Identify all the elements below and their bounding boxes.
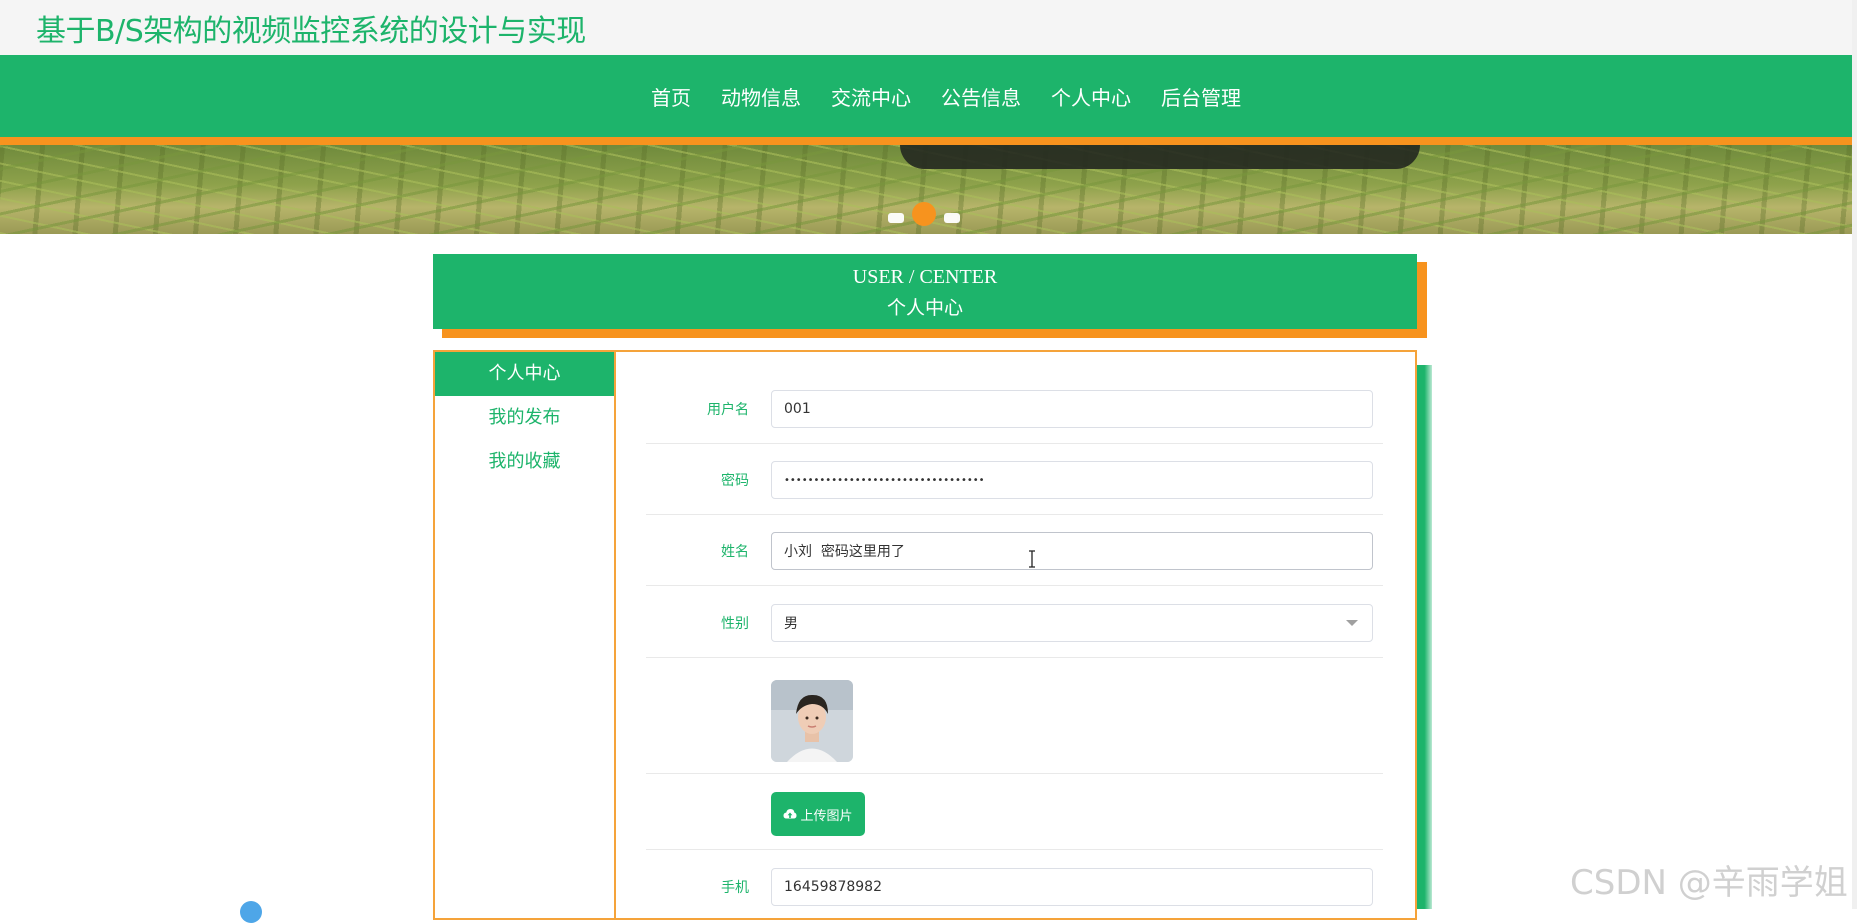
sidebar-item-user-center[interactable]: 个人中心 [435,352,614,396]
cloud-upload-icon [783,809,797,819]
gender-select-value: 男 [784,616,798,632]
username-label: 用户名 [707,402,749,418]
nav-item-home[interactable]: 首页 [651,82,691,111]
chevron-down-icon [1346,620,1358,626]
password-input[interactable] [771,461,1373,499]
carousel-dot-2-active[interactable] [912,202,936,226]
site-title: 基于B/S架构的视频监控系统的设计与实现 [36,14,586,49]
upload-button-label: 上传图片 [800,808,853,824]
name-input[interactable] [771,532,1373,570]
gender-select[interactable]: 男 [771,604,1373,642]
upload-image-button[interactable]: 上传图片 [771,792,865,836]
carousel-dot-3[interactable] [944,213,960,223]
name-label: 姓名 [721,544,749,560]
phone-label: 手机 [721,880,749,896]
avatar-image [771,680,853,762]
form-row-password: 密码 [646,461,1383,515]
sidebar-item-my-posts[interactable]: 我的发布 [435,396,614,440]
carousel-dot-1[interactable] [888,213,904,223]
nav-item-admin[interactable]: 后台管理 [1161,82,1241,111]
banner-image-dark-area [900,145,1420,169]
nav-item-forum[interactable]: 交流中心 [831,82,911,111]
watermark-text: CSDN @辛雨学姐 [1570,863,1848,903]
floating-marker-icon[interactable] [240,901,262,923]
form-row-upload: 上传图片 [646,792,1383,850]
banner-carousel [0,145,1852,234]
gender-label: 性别 [721,616,749,632]
panel-shadow [1417,365,1432,909]
section-title-cn: 个人中心 [886,297,963,319]
form-row-name: 姓名 [646,532,1383,586]
password-label: 密码 [721,473,749,489]
nav-item-notices[interactable]: 公告信息 [941,82,1021,111]
form-row-username: 用户名 [646,390,1383,444]
nav-list: 首页 动物信息 交流中心 公告信息 个人中心 后台管理 [0,55,1852,137]
username-input[interactable] [771,390,1373,428]
page-scrollbar[interactable] [1852,0,1857,909]
user-form-panel: 用户名 密码 姓名 性别 男 [616,350,1417,920]
text-cursor-icon [1029,550,1035,568]
nav-accent-line [0,137,1852,145]
nav-item-user-center[interactable]: 个人中心 [1051,82,1131,111]
nav-item-animals[interactable]: 动物信息 [721,82,801,111]
sidebar-item-my-favorites[interactable]: 我的收藏 [435,440,614,484]
form-row-avatar [646,680,1383,774]
main-navbar: 首页 动物信息 交流中心 公告信息 个人中心 后台管理 [0,55,1852,137]
form-row-phone: 手机 [646,868,1383,921]
section-title-en: USER / CENTER [852,266,998,288]
section-title-box: USER / CENTER 个人中心 [433,254,1417,329]
top-bar: 基于B/S架构的视频监控系统的设计与实现 [0,0,1857,55]
form-row-gender: 性别 男 [646,604,1383,658]
user-sidebar: 个人中心 我的发布 我的收藏 [433,350,616,920]
phone-input[interactable] [771,868,1373,906]
